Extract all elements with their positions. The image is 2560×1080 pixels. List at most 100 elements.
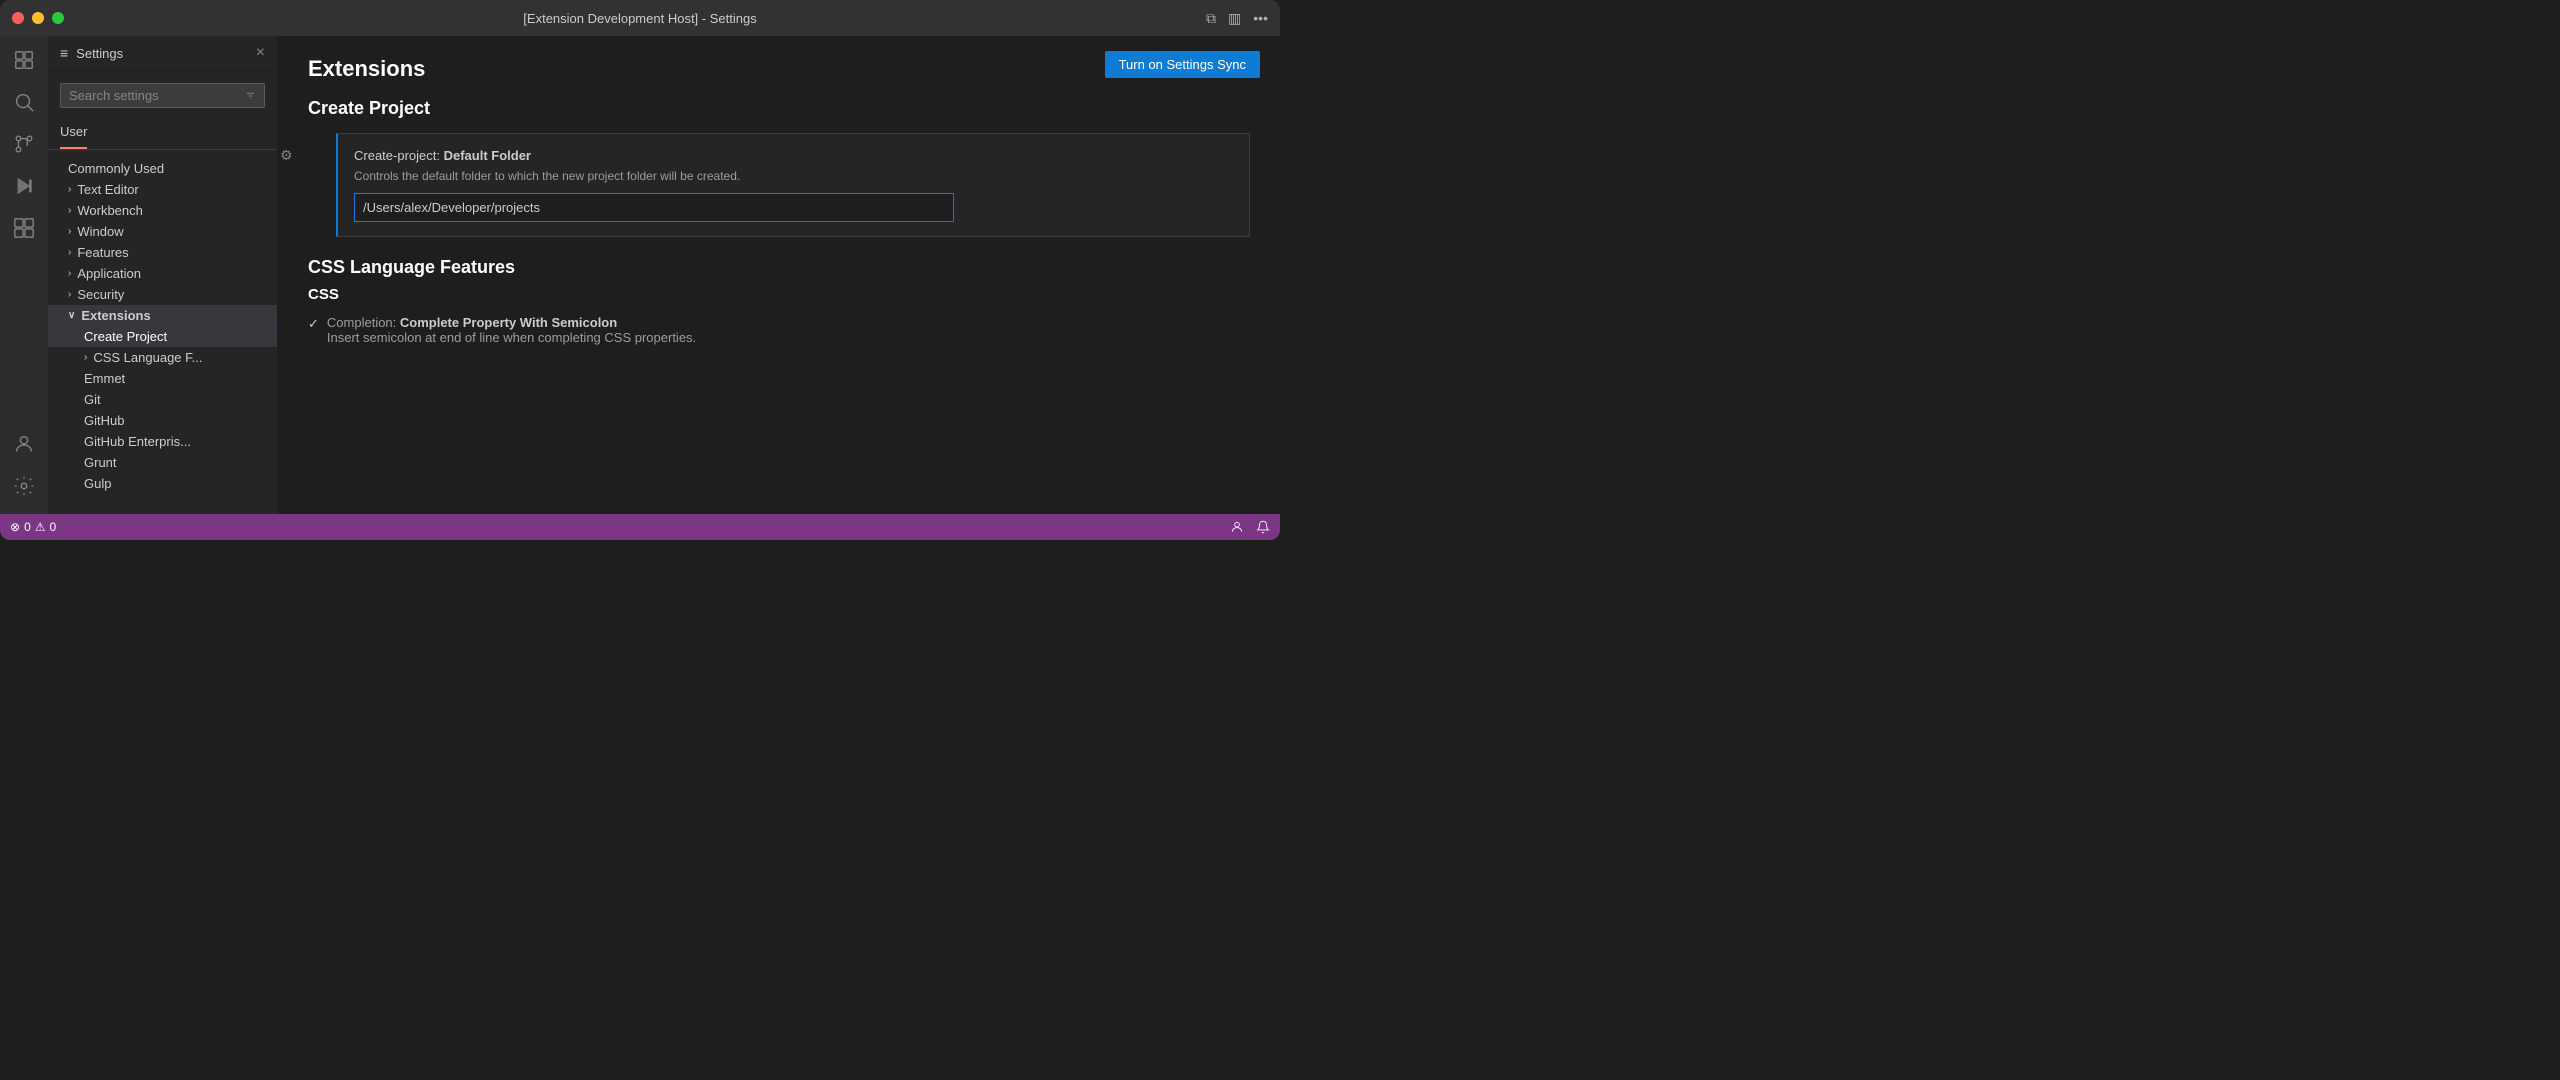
- activity-settings[interactable]: [4, 466, 44, 506]
- more-actions-icon[interactable]: •••: [1253, 10, 1268, 26]
- search-input[interactable]: [69, 88, 239, 103]
- activity-bar-bottom: [4, 424, 44, 514]
- warning-count: 0: [50, 520, 57, 534]
- statusbar-right: [1230, 520, 1270, 534]
- sidebar-close-button[interactable]: ×: [256, 44, 265, 62]
- sidebar-header: ≡ Settings ×: [48, 36, 277, 71]
- check-icon: ✓: [308, 316, 319, 332]
- nav-label: GitHub Enterpris...: [84, 434, 191, 449]
- titlebar: [Extension Development Host] - Settings …: [0, 0, 1280, 36]
- chevron-right-icon: ›: [68, 289, 71, 300]
- gear-icon[interactable]: ⚙: [280, 147, 293, 164]
- nav-label: Features: [77, 245, 128, 260]
- search-area: [48, 71, 277, 108]
- completion-setting: ✓ Completion: Complete Property With Sem…: [308, 315, 1250, 345]
- nav-github[interactable]: GitHub: [48, 410, 277, 431]
- nav-security[interactable]: › Security: [48, 284, 277, 305]
- setting-description: Controls the default folder to which the…: [354, 169, 1233, 183]
- chevron-right-icon: ›: [68, 247, 71, 258]
- nav-label: Window: [77, 224, 123, 239]
- minimize-button[interactable]: [32, 12, 44, 24]
- setting-label: Create-project: Default Folder: [354, 148, 1233, 163]
- remote-icon[interactable]: [1230, 520, 1244, 534]
- sidebar-title: Settings: [76, 46, 123, 61]
- css-language-features-title: CSS Language Features: [308, 257, 1250, 278]
- nav-label: Text Editor: [77, 182, 138, 197]
- search-input-wrap[interactable]: [60, 83, 265, 108]
- nav-workbench[interactable]: › Workbench: [48, 200, 277, 221]
- nav-label: Create Project: [84, 329, 167, 344]
- nav-text-editor[interactable]: › Text Editor: [48, 179, 277, 200]
- statusbar: ⊗ 0 ⚠ 0: [0, 514, 1280, 540]
- settings-menu-icon: ≡: [60, 45, 68, 61]
- toggle-sidebar-icon[interactable]: ▥: [1228, 10, 1241, 27]
- error-icon: ⊗: [10, 520, 20, 534]
- nav-application[interactable]: › Application: [48, 263, 277, 284]
- activity-extensions[interactable]: [4, 208, 44, 248]
- activity-run[interactable]: [4, 166, 44, 206]
- search-filter-icon: [245, 90, 256, 102]
- chevron-down-icon: ∨: [68, 310, 75, 321]
- create-project-input[interactable]: [354, 193, 954, 222]
- main-layout: ≡ Settings × User Commonly Used › Text E…: [0, 36, 1280, 514]
- chevron-right-icon: ›: [84, 352, 87, 363]
- nav-label: Extensions: [81, 308, 150, 323]
- activity-bar: [0, 36, 48, 514]
- bell-icon[interactable]: [1256, 520, 1270, 534]
- setting-label-bold: Default Folder: [444, 148, 531, 163]
- error-count: 0: [24, 520, 31, 534]
- completion-label-bold: Complete Property With Semicolon: [400, 315, 617, 330]
- nav-label: Emmet: [84, 371, 125, 386]
- nav-label: Workbench: [77, 203, 143, 218]
- completion-label-prefix: Completion:: [327, 315, 400, 330]
- chevron-right-icon: ›: [68, 184, 71, 195]
- nav-label: GitHub: [84, 413, 124, 428]
- activity-explorer[interactable]: [4, 40, 44, 80]
- nav-github-enterprise[interactable]: GitHub Enterpris...: [48, 431, 277, 452]
- nav-label: Gulp: [84, 476, 111, 491]
- sync-button[interactable]: Turn on Settings Sync: [1105, 51, 1260, 78]
- nav-tree: Commonly Used › Text Editor › Workbench …: [48, 150, 277, 514]
- window-title: [Extension Development Host] - Settings: [523, 11, 756, 26]
- titlebar-actions: ⧉ ▥ •••: [1206, 10, 1268, 27]
- chevron-right-icon: ›: [68, 268, 71, 279]
- activity-search[interactable]: [4, 82, 44, 122]
- error-status[interactable]: ⊗ 0 ⚠ 0: [10, 520, 56, 534]
- nav-label: Git: [84, 392, 101, 407]
- activity-source-control[interactable]: [4, 124, 44, 164]
- nav-label: Grunt: [84, 455, 117, 470]
- chevron-right-icon: ›: [68, 226, 71, 237]
- setting-label-prefix: Create-project:: [354, 148, 444, 163]
- nav-grunt[interactable]: Grunt: [48, 452, 277, 473]
- nav-gulp[interactable]: Gulp: [48, 473, 277, 494]
- nav-extensions[interactable]: ∨ Extensions: [48, 305, 277, 326]
- close-button[interactable]: [12, 12, 24, 24]
- window-controls: [12, 12, 64, 24]
- nav-emmet[interactable]: Emmet: [48, 368, 277, 389]
- tab-user[interactable]: User: [60, 116, 87, 149]
- maximize-button[interactable]: [52, 12, 64, 24]
- settings-sidebar: ≡ Settings × User Commonly Used › Text E…: [48, 36, 278, 514]
- nav-commonly-used[interactable]: Commonly Used: [48, 158, 277, 179]
- css-title: CSS: [308, 286, 1250, 303]
- split-editor-icon[interactable]: ⧉: [1206, 10, 1216, 27]
- nav-window[interactable]: › Window: [48, 221, 277, 242]
- nav-features[interactable]: › Features: [48, 242, 277, 263]
- nav-label: Application: [77, 266, 141, 281]
- setting-card-wrap: ⚙ Create-project: Default Folder Control…: [308, 133, 1250, 237]
- nav-label: Security: [77, 287, 124, 302]
- content-area: Turn on Settings Sync Extensions Create …: [278, 36, 1280, 514]
- completion-label: Completion: Complete Property With Semic…: [327, 315, 696, 345]
- settings-tabs: User: [48, 116, 277, 150]
- chevron-right-icon: ›: [68, 205, 71, 216]
- nav-label: CSS Language F...: [93, 350, 202, 365]
- nav-css-language[interactable]: › CSS Language F...: [48, 347, 277, 368]
- nav-git[interactable]: Git: [48, 389, 277, 410]
- create-project-subtitle: Create Project: [308, 98, 1250, 119]
- completion-description: Insert semicolon at end of line when com…: [327, 330, 696, 345]
- nav-label: Commonly Used: [68, 161, 164, 176]
- warning-icon: ⚠: [35, 520, 46, 534]
- nav-create-project[interactable]: Create Project: [48, 326, 277, 347]
- setting-card-create-project: Create-project: Default Folder Controls …: [336, 133, 1250, 237]
- activity-account[interactable]: [4, 424, 44, 464]
